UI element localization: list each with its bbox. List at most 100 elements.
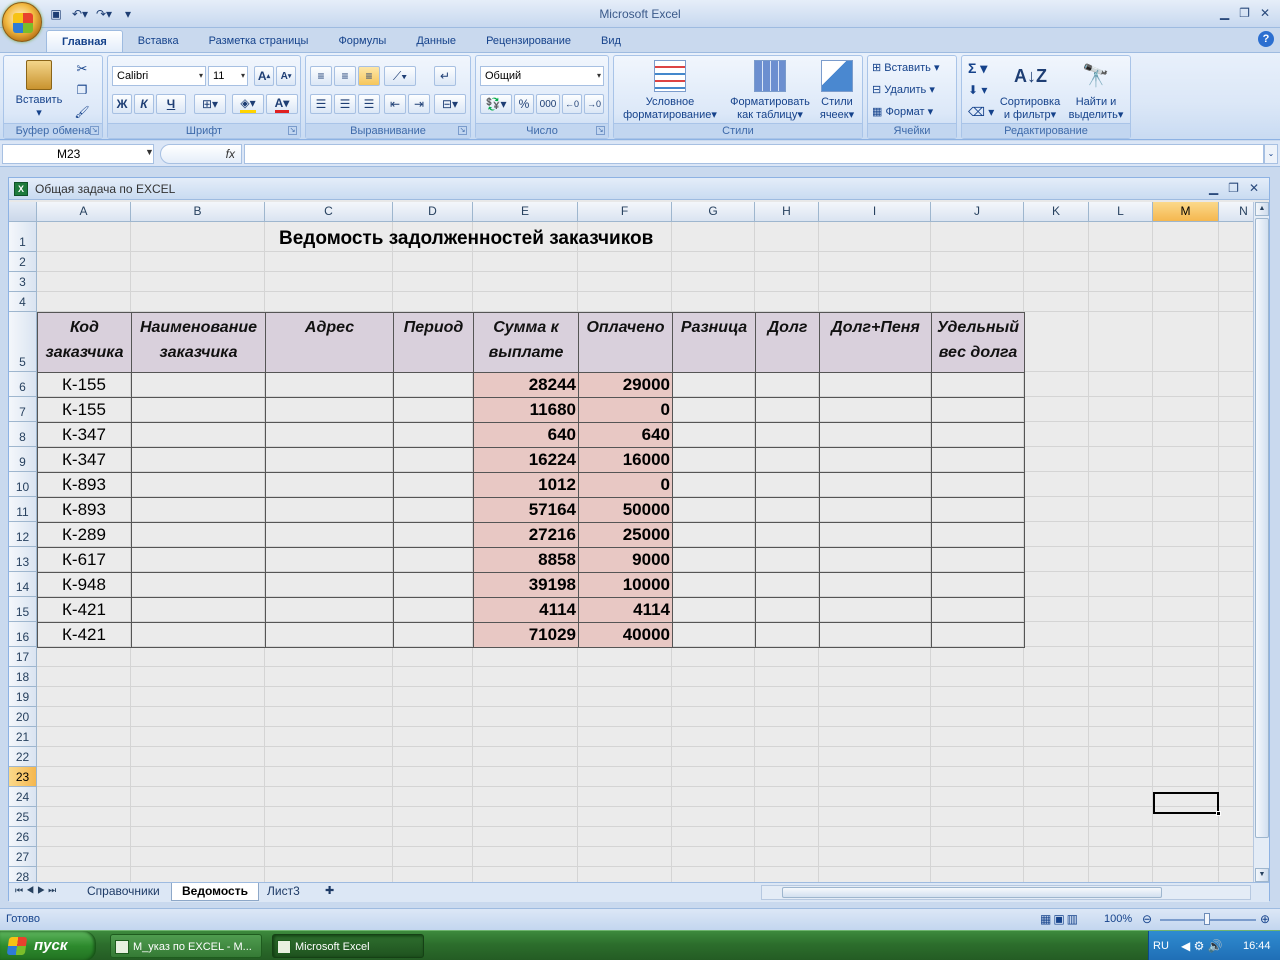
- cell-customer-code[interactable]: К-347: [37, 447, 132, 473]
- zoom-out-icon[interactable]: ⊖: [1142, 912, 1152, 926]
- table-cell[interactable]: [819, 522, 932, 548]
- cell-customer-code[interactable]: К-617: [37, 547, 132, 573]
- row-header-3[interactable]: 3: [9, 272, 37, 292]
- row-header-22[interactable]: 22: [9, 747, 37, 767]
- row-header-8[interactable]: 8: [9, 422, 37, 447]
- cell-paid[interactable]: 0: [578, 472, 673, 498]
- row-header-20[interactable]: 20: [9, 707, 37, 727]
- formula-input[interactable]: [244, 144, 1264, 164]
- row-header-14[interactable]: 14: [9, 572, 37, 597]
- row-header-11[interactable]: 11: [9, 497, 37, 522]
- copy-icon[interactable]: ❐: [74, 84, 90, 97]
- sheet-tab-statement[interactable]: Ведомость: [171, 883, 259, 901]
- table-cell[interactable]: [755, 522, 820, 548]
- scroll-up-icon[interactable]: ▲: [1255, 202, 1269, 216]
- column-header-g[interactable]: G: [672, 202, 755, 222]
- column-header-n[interactable]: N: [1219, 202, 1253, 222]
- borders-button[interactable]: ⊞▾: [194, 94, 226, 114]
- table-cell[interactable]: [931, 372, 1025, 398]
- row-header-15[interactable]: 15: [9, 597, 37, 622]
- dialog-launcher-icon[interactable]: ↘: [288, 126, 297, 135]
- table-cell[interactable]: [131, 522, 266, 548]
- table-header-cell[interactable]: Адрес: [265, 312, 394, 373]
- table-cell[interactable]: [931, 422, 1025, 448]
- restore-icon[interactable]: ❐: [1228, 181, 1239, 195]
- sheet-title[interactable]: Ведомость задолженностей заказчиков: [279, 228, 653, 250]
- column-header-d[interactable]: D: [393, 202, 473, 222]
- cell-amount-due[interactable]: 57164: [473, 497, 579, 523]
- fill-icon[interactable]: ⬇ ▾: [968, 84, 987, 97]
- cell-amount-due[interactable]: 1012: [473, 472, 579, 498]
- horizontal-scrollbar[interactable]: [761, 885, 1251, 900]
- table-header-cell[interactable]: Долг+Пеня: [819, 312, 932, 373]
- table-cell[interactable]: [131, 397, 266, 423]
- cell-customer-code[interactable]: К-948: [37, 572, 132, 598]
- table-cell[interactable]: [672, 547, 756, 573]
- close-icon[interactable]: ✕: [1249, 181, 1259, 195]
- table-cell[interactable]: [819, 572, 932, 598]
- row-header-28[interactable]: 28: [9, 867, 37, 882]
- tab-data[interactable]: Данные: [401, 30, 471, 52]
- table-cell[interactable]: [931, 622, 1025, 648]
- row-header-12[interactable]: 12: [9, 522, 37, 547]
- table-cell[interactable]: [755, 622, 820, 648]
- fill-handle[interactable]: [1216, 811, 1221, 816]
- table-cell[interactable]: [755, 372, 820, 398]
- align-center-button[interactable]: ☰: [334, 94, 356, 114]
- row-header-18[interactable]: 18: [9, 667, 37, 687]
- zoom-slider-thumb[interactable]: [1204, 913, 1210, 925]
- cell-customer-code[interactable]: К-893: [37, 472, 132, 498]
- table-header-cell[interactable]: Разница: [672, 312, 756, 373]
- row-header-23[interactable]: 23: [9, 767, 37, 787]
- table-cell[interactable]: [131, 572, 266, 598]
- column-header-l[interactable]: L: [1089, 202, 1153, 222]
- table-cell[interactable]: [819, 622, 932, 648]
- align-right-button[interactable]: ☰: [358, 94, 380, 114]
- table-cell[interactable]: [393, 422, 474, 448]
- merge-center-button[interactable]: ⊟▾: [434, 94, 466, 114]
- table-header-cell[interactable]: Долг: [755, 312, 820, 373]
- table-header-cell[interactable]: Оплачено: [578, 312, 673, 373]
- row-header-9[interactable]: 9: [9, 447, 37, 472]
- table-header-cell[interactable]: Сумма к выплате: [473, 312, 579, 373]
- table-cell[interactable]: [131, 497, 266, 523]
- table-cell[interactable]: [265, 572, 394, 598]
- table-cell[interactable]: [672, 422, 756, 448]
- table-cell[interactable]: [672, 497, 756, 523]
- table-cell[interactable]: [393, 547, 474, 573]
- column-header-e[interactable]: E: [473, 202, 578, 222]
- table-cell[interactable]: [131, 597, 266, 623]
- table-cell[interactable]: [265, 372, 394, 398]
- paste-button[interactable]: Вставить ▾: [10, 60, 68, 120]
- cell-amount-due[interactable]: 4114: [473, 597, 579, 623]
- row-header-6[interactable]: 6: [9, 372, 37, 397]
- table-cell[interactable]: [393, 372, 474, 398]
- table-cell[interactable]: [931, 497, 1025, 523]
- cell-paid[interactable]: 0: [578, 397, 673, 423]
- taskbar-item-excel[interactable]: Microsoft Excel: [272, 934, 424, 958]
- font-color-button[interactable]: A▾: [266, 94, 298, 114]
- row-header-2[interactable]: 2: [9, 252, 37, 272]
- insert-cells-button[interactable]: ⊞ Вставить ▾: [872, 62, 940, 75]
- clear-icon[interactable]: ⌫ ▾: [968, 106, 994, 119]
- restore-icon[interactable]: ❐: [1239, 6, 1250, 20]
- align-middle-button[interactable]: ≡: [334, 66, 356, 86]
- number-format-select[interactable]: Общий ▾: [480, 66, 604, 86]
- table-header-cell[interactable]: Период: [393, 312, 474, 373]
- table-cell[interactable]: [393, 522, 474, 548]
- table-cell[interactable]: [393, 447, 474, 473]
- table-header-cell[interactable]: Код заказчика: [37, 312, 132, 373]
- cell-styles-button[interactable]: Стили ячеек▾: [814, 60, 860, 122]
- table-cell[interactable]: [931, 472, 1025, 498]
- table-cell[interactable]: [755, 447, 820, 473]
- cell-amount-due[interactable]: 28244: [473, 372, 579, 398]
- zoom-in-icon[interactable]: ⊕: [1260, 912, 1270, 926]
- table-cell[interactable]: [672, 522, 756, 548]
- customize-qat-icon[interactable]: ▾: [118, 5, 138, 23]
- table-cell[interactable]: [755, 472, 820, 498]
- table-cell[interactable]: [819, 447, 932, 473]
- table-cell[interactable]: [393, 597, 474, 623]
- row-header-25[interactable]: 25: [9, 807, 37, 827]
- sort-filter-button[interactable]: A↓Z Сортировка и фильтр▾: [996, 60, 1064, 122]
- table-cell[interactable]: [393, 397, 474, 423]
